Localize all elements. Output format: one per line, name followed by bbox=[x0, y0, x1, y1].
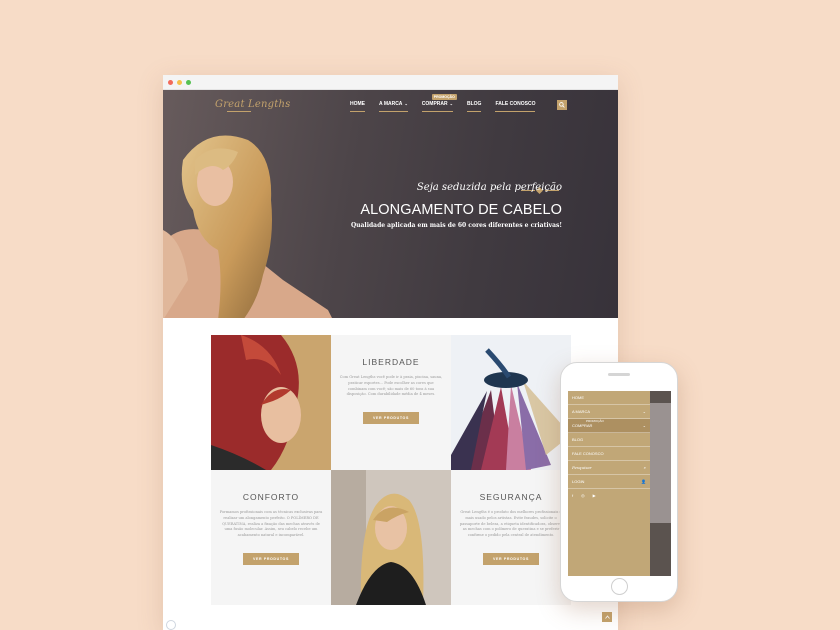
mobile-menu: HOME A MARCA ⌄ PROMOÇÃO COMPRAR ⌄ BLOG F… bbox=[568, 391, 650, 576]
hero-tagline: Seja seduzida pela perfeição bbox=[416, 182, 562, 193]
chevron-down-icon: ⌄ bbox=[404, 101, 408, 106]
nav-label: BLOG bbox=[467, 101, 482, 107]
nav-label: COMPRAR bbox=[421, 101, 448, 107]
nav-label: FALE CONOSCO bbox=[495, 101, 536, 107]
red-hair-photo bbox=[211, 335, 331, 470]
phone-home-button[interactable] bbox=[611, 578, 628, 595]
nav-item-fale-conosco[interactable]: FALE CONOSCO bbox=[495, 101, 536, 112]
browser-mockup: Great Lengths HOME A MARCA ⌄ PROMOÇÃO COM… bbox=[163, 75, 618, 630]
mobile-menu-item-fale-conosco[interactable]: FALE CONOSCO bbox=[568, 447, 650, 461]
nav-label: A MARCA bbox=[379, 101, 403, 107]
hero-title: ALONGAMENTO DE CABELO bbox=[360, 202, 562, 218]
feature-conforto: CONFORTO Formamos profissionais com as t… bbox=[211, 470, 331, 605]
search-placeholder: Pesquisar bbox=[572, 465, 592, 470]
mobile-menu-item-home[interactable]: HOME bbox=[568, 391, 650, 405]
nav-label: HOME bbox=[350, 101, 365, 107]
phone-screen: HOME A MARCA ⌄ PROMOÇÃO COMPRAR ⌄ BLOG F… bbox=[568, 391, 671, 576]
search-icon: ⌕ bbox=[643, 465, 646, 470]
main-nav: HOME A MARCA ⌄ PROMOÇÃO COMPRAR ⌄ BLOG FAL… bbox=[350, 94, 549, 112]
menu-label: A MARCA bbox=[572, 409, 591, 414]
close-window-dot[interactable] bbox=[168, 79, 173, 85]
page-behind-menu bbox=[650, 391, 671, 576]
menu-label: LOGIN bbox=[572, 479, 585, 484]
feature-seguranca: SEGURANÇA Great Lengths é o produto dos … bbox=[451, 470, 571, 605]
chevron-down-icon: ⌄ bbox=[642, 409, 646, 414]
hair-swatches-photo bbox=[451, 335, 571, 470]
view-products-button[interactable]: VER PRODUTOS bbox=[243, 552, 299, 565]
chat-icon[interactable] bbox=[166, 620, 176, 630]
browser-titlebar bbox=[163, 75, 618, 90]
feature-text: Com Great Lengths você pode ir à praia, … bbox=[339, 375, 443, 397]
phone-mockup: HOME A MARCA ⌄ PROMOÇÃO COMPRAR ⌄ BLOG F… bbox=[560, 362, 678, 602]
nav-item-blog[interactable]: BLOG bbox=[467, 101, 482, 112]
facebook-icon[interactable]: f bbox=[572, 493, 573, 498]
mobile-menu-item-login[interactable]: LOGIN 👤 bbox=[568, 475, 650, 489]
search-button[interactable] bbox=[557, 100, 567, 110]
mobile-menu-item-a-marca[interactable]: A MARCA ⌄ bbox=[568, 405, 650, 419]
menu-label: BLOG bbox=[572, 437, 584, 442]
promo-badge: PROMOÇÃO bbox=[586, 419, 604, 423]
feature-liberdade: LIBERDADE Com Great Lengths você pode ir… bbox=[331, 335, 451, 470]
nav-item-a-marca[interactable]: A MARCA ⌄ bbox=[379, 101, 408, 112]
feature-text: Formamos profissionais com as técnicas e… bbox=[219, 510, 323, 537]
instagram-icon[interactable]: ◎ bbox=[581, 493, 585, 498]
promo-badge: PROMOÇÃO bbox=[431, 94, 457, 100]
nav-item-comprar[interactable]: PROMOÇÃO COMPRAR ⌄ bbox=[421, 94, 457, 112]
nav-item-home[interactable]: HOME bbox=[350, 101, 365, 112]
hero-subtitle: Qualidade aplicada em mais de 60 cores d… bbox=[350, 222, 562, 229]
features-grid: LIBERDADE Com Great Lengths você pode ir… bbox=[211, 335, 571, 605]
feature-title: SEGURANÇA bbox=[479, 492, 543, 502]
mobile-menu-item-blog[interactable]: BLOG bbox=[568, 433, 650, 447]
menu-label: HOME bbox=[572, 395, 584, 400]
menu-label: FALE CONOSCO bbox=[572, 451, 604, 456]
phone-speaker bbox=[608, 373, 630, 376]
chevron-down-icon: ⌄ bbox=[642, 423, 646, 428]
blonde-model-photo bbox=[331, 470, 451, 605]
maximize-window-dot[interactable] bbox=[186, 79, 191, 85]
social-links: f ◎ ▶ bbox=[568, 489, 650, 502]
scroll-to-top-button[interactable] bbox=[602, 612, 612, 622]
view-products-button[interactable]: VER PRODUTOS bbox=[363, 412, 419, 424]
feature-title: CONFORTO bbox=[242, 492, 300, 502]
feature-text: Great Lengths é o produto dos melhores p… bbox=[459, 510, 563, 537]
youtube-icon[interactable]: ▶ bbox=[593, 493, 596, 498]
hero-banner: Great Lengths HOME A MARCA ⌄ PROMOÇÃO COM… bbox=[163, 90, 618, 318]
chevron-down-icon: ⌄ bbox=[449, 101, 453, 106]
mobile-search-field[interactable]: Pesquisar ⌕ bbox=[568, 461, 650, 475]
mobile-menu-item-comprar[interactable]: PROMOÇÃO COMPRAR ⌄ bbox=[568, 419, 650, 433]
site-logo[interactable]: Great Lengths bbox=[215, 99, 290, 110]
chevron-up-icon bbox=[604, 615, 610, 619]
menu-label: COMPRAR bbox=[572, 423, 593, 428]
hero-model-image bbox=[163, 135, 332, 318]
feature-title: LIBERDADE bbox=[362, 357, 420, 367]
minimize-window-dot[interactable] bbox=[177, 79, 182, 85]
user-icon: 👤 bbox=[641, 479, 646, 484]
search-icon bbox=[559, 102, 565, 108]
logo-underline bbox=[227, 111, 251, 112]
view-products-button[interactable]: VER PRODUTOS bbox=[483, 552, 539, 565]
